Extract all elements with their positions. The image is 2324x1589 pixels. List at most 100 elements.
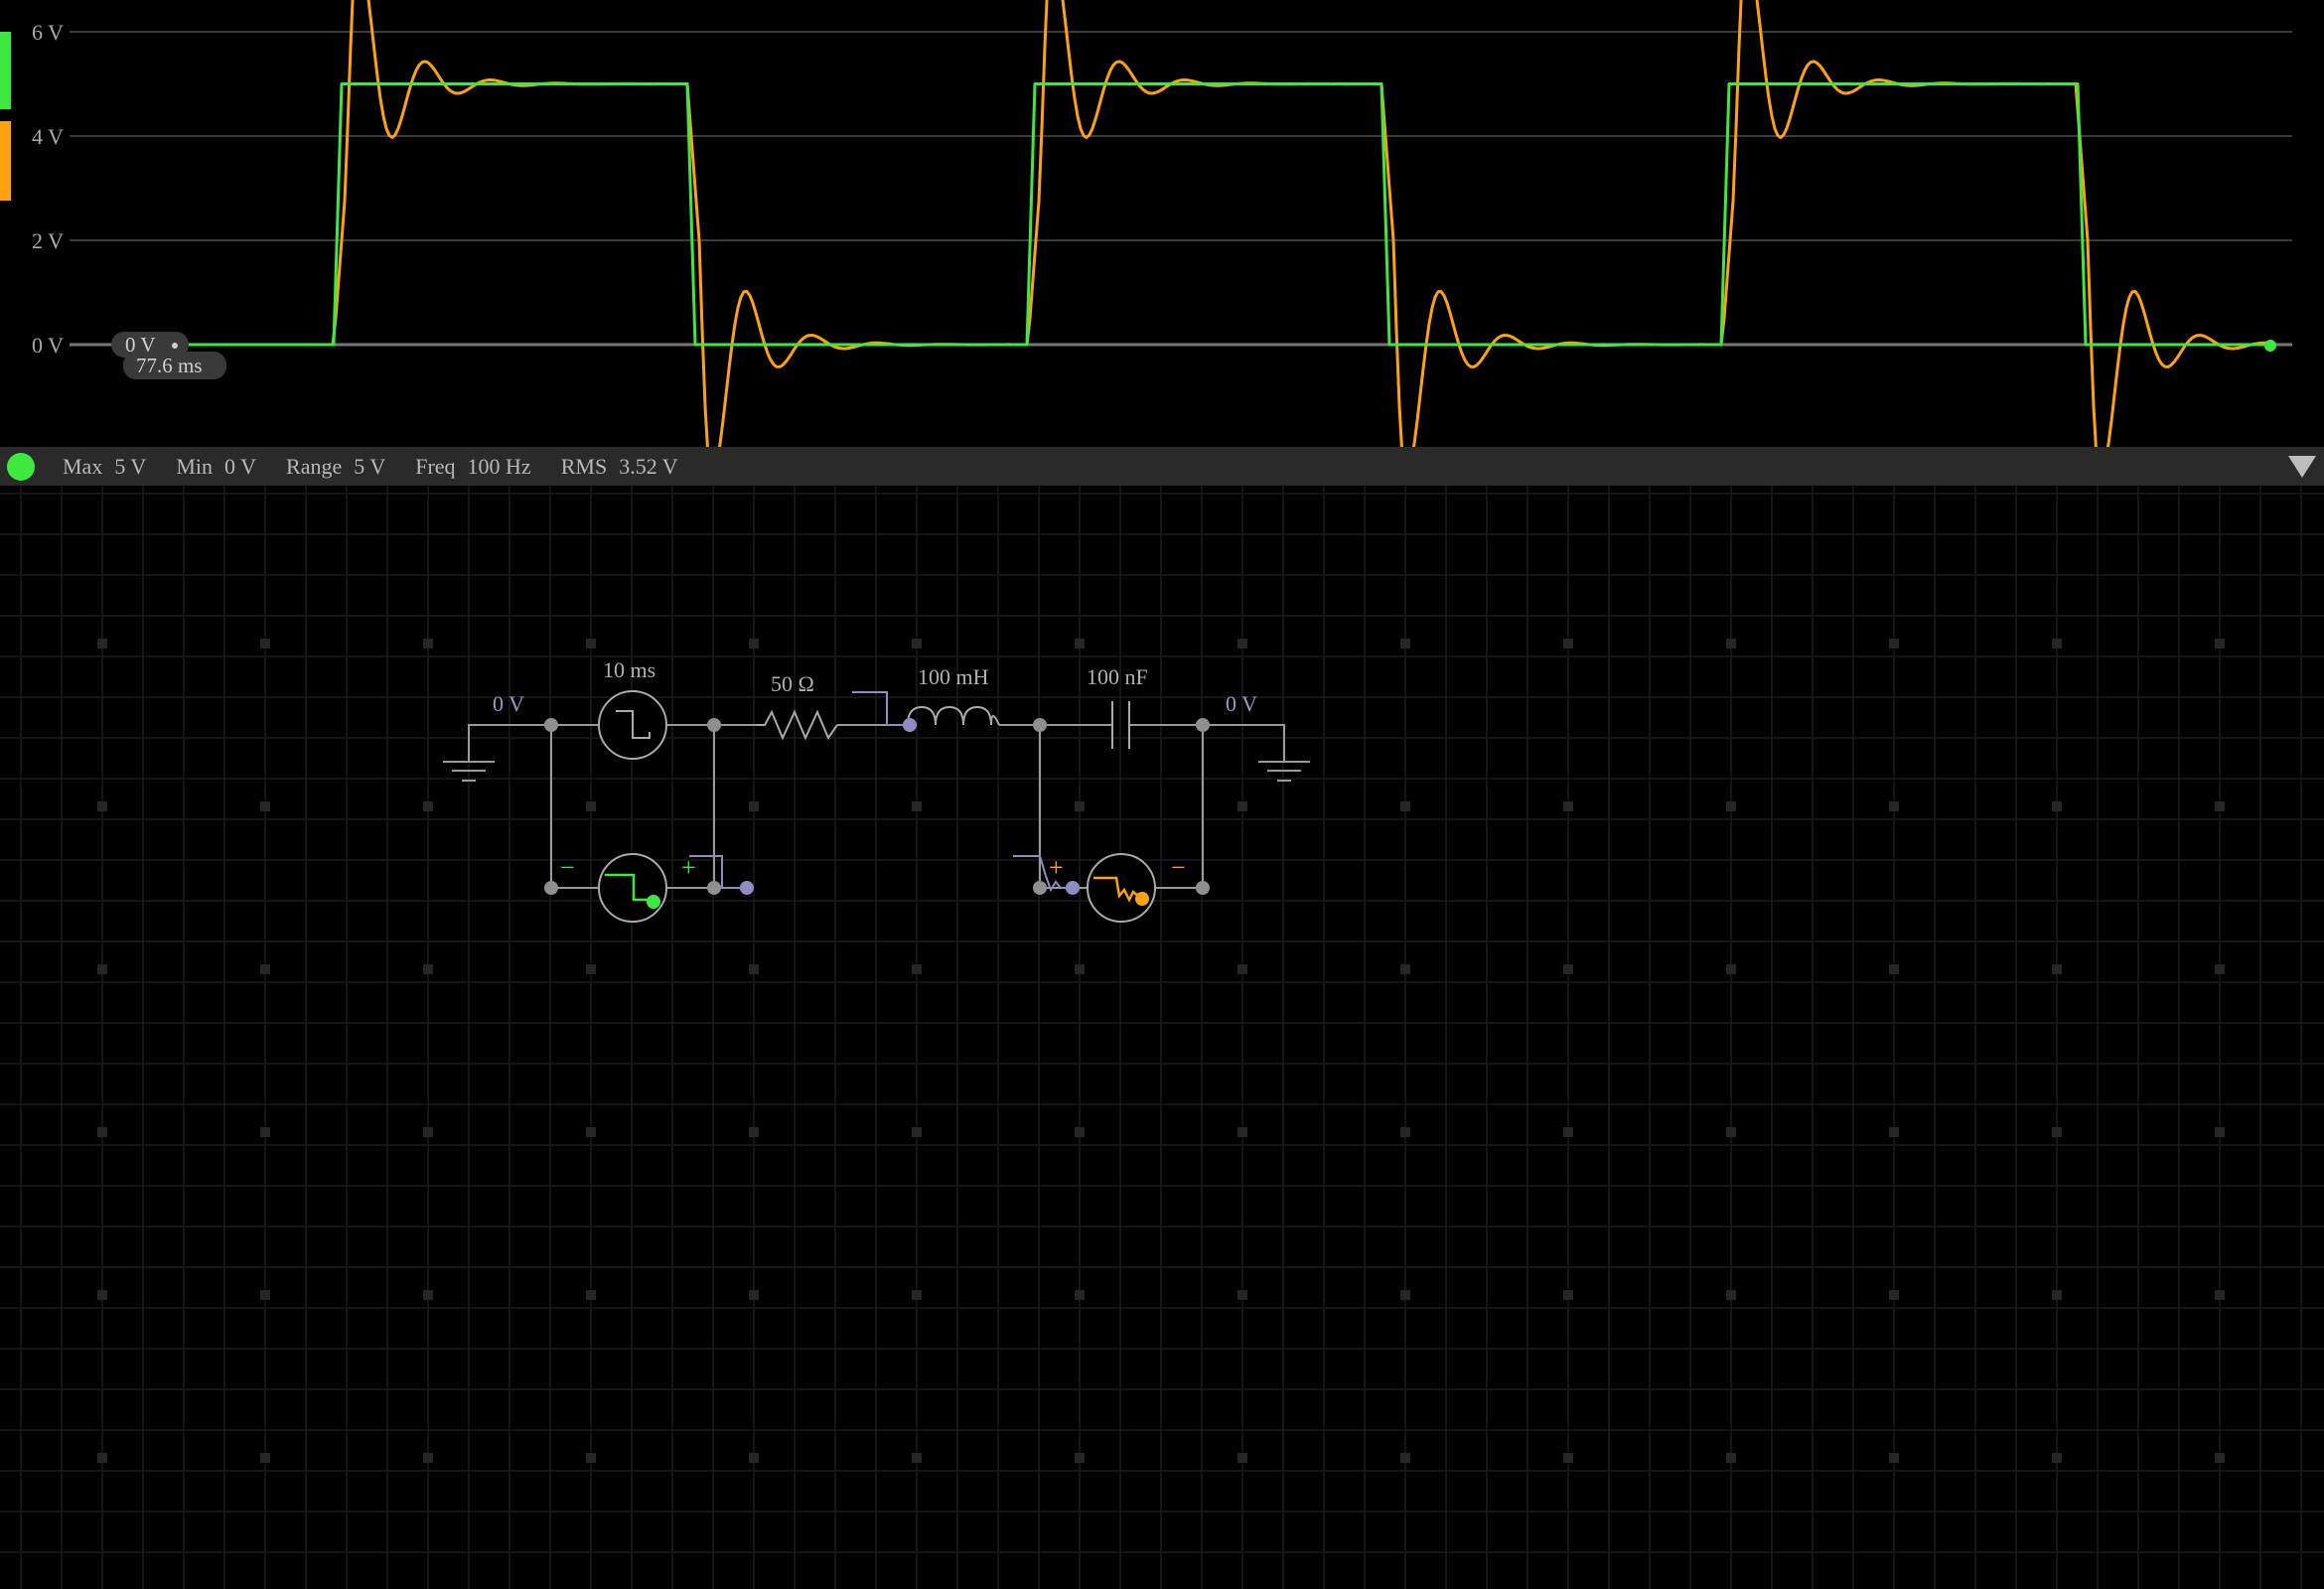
grid-anchor: [912, 1127, 922, 1137]
grid-anchor: [1075, 1453, 1085, 1463]
cursor-dot-icon: [172, 343, 178, 349]
grid-anchor: [2215, 1453, 2225, 1463]
grid-anchor: [1889, 639, 1899, 649]
node[interactable]: [544, 881, 558, 895]
node[interactable]: [707, 718, 721, 732]
grid-anchor: [586, 801, 596, 811]
grid-anchor: [423, 964, 433, 974]
probe-node[interactable]: [1066, 881, 1080, 895]
inductor-100-mh[interactable]: [907, 705, 1000, 726]
grid-anchor: [260, 1127, 270, 1137]
grid-anchor: [1075, 801, 1085, 811]
grid-anchor: [1889, 1127, 1899, 1137]
grid-anchor: [912, 1453, 922, 1463]
probe-1-minus: −: [560, 853, 575, 882]
collapse-triangle-icon[interactable]: [2288, 456, 2316, 478]
node[interactable]: [1196, 881, 1210, 895]
stat-range-label: Range: [286, 453, 343, 479]
grid-anchor: [423, 1453, 433, 1463]
node[interactable]: [1033, 881, 1047, 895]
stat-max-value: 5 V: [114, 453, 147, 479]
channel-1-indicator[interactable]: [0, 32, 11, 109]
grid-anchor: [1563, 639, 1573, 649]
node[interactable]: [544, 718, 558, 732]
grid-anchor: [2215, 1290, 2225, 1300]
grid-anchor: [2215, 1127, 2225, 1137]
grid-anchor: [912, 801, 922, 811]
stat-freq-label: Freq: [415, 453, 456, 479]
ground-right-label: 0 V: [1226, 691, 1257, 716]
grid-anchor: [1400, 639, 1410, 649]
channel-color-dot[interactable]: [7, 452, 35, 481]
grid-anchor: [1889, 1453, 1899, 1463]
grid-anchor: [1075, 1127, 1085, 1137]
trace-end-marker: [2264, 340, 2276, 352]
resistor-50-ohm[interactable]: [757, 709, 838, 741]
grid-anchor: [1237, 1290, 1247, 1300]
grid-anchor: [1075, 1290, 1085, 1300]
grid-anchor: [97, 801, 107, 811]
grid-anchor: [749, 1127, 759, 1137]
square-wave-source[interactable]: [598, 690, 667, 760]
grid-anchor: [1726, 964, 1736, 974]
y-axis-labels: 6 V 4 V 2 V 0 V: [32, 20, 64, 358]
grid-anchor: [2215, 801, 2225, 811]
grid-anchor: [1563, 1453, 1573, 1463]
probe-2-minus: −: [1171, 853, 1186, 882]
grid-anchor: [2052, 1290, 2062, 1300]
y-tick-label: 0 V: [32, 333, 64, 358]
oscilloscope-plot[interactable]: 6 V 4 V 2 V 0 V 0 V 77.6 ms: [0, 0, 2324, 447]
grid-anchor: [2052, 801, 2062, 811]
grid-anchor: [749, 639, 759, 649]
stat-range-value: 5 V: [354, 453, 386, 479]
probe-nodes[interactable]: [740, 718, 1080, 895]
grid-anchor: [1400, 964, 1410, 974]
grid-anchor: [1726, 1127, 1736, 1137]
grid-anchor: [749, 1453, 759, 1463]
grid-anchor: [2052, 1127, 2062, 1137]
y-tick-label: 4 V: [32, 124, 64, 149]
grid-anchor: [586, 964, 596, 974]
stat-range: Range 5 V: [286, 454, 385, 480]
grid-anchor: [2052, 964, 2062, 974]
probe-node[interactable]: [740, 881, 754, 895]
grid-anchor: [1237, 639, 1247, 649]
grid-anchor: [912, 964, 922, 974]
node[interactable]: [1196, 718, 1210, 732]
grid-anchor: [2052, 639, 2062, 649]
node[interactable]: [707, 881, 721, 895]
grid-anchor: [1889, 964, 1899, 974]
grid-anchor: [260, 964, 270, 974]
source-period-label: 10 ms: [603, 657, 655, 682]
node[interactable]: [1033, 718, 1047, 732]
wire: [1203, 724, 1285, 762]
grid-anchor: [1237, 1453, 1247, 1463]
stat-min: Min 0 V: [176, 454, 256, 480]
stat-rms-label: RMS: [560, 453, 608, 479]
grid-anchor: [97, 639, 107, 649]
y-grid: [70, 31, 2292, 347]
y-tick-label: 2 V: [32, 228, 64, 253]
grid-anchor: [1400, 1127, 1410, 1137]
inductor-label: 100 mH: [918, 664, 989, 689]
channel-2-indicator[interactable]: [0, 121, 11, 201]
grid-anchor: [749, 1290, 759, 1300]
grid-anchor: [97, 964, 107, 974]
grid-anchor: [1237, 1127, 1247, 1137]
probe-indicator: [647, 895, 660, 909]
cursor-readout[interactable]: 0 V 77.6 ms: [111, 332, 226, 379]
grid-anchor: [1726, 639, 1736, 649]
grid-anchor: [423, 801, 433, 811]
grid-anchor: [1889, 1290, 1899, 1300]
probe-node[interactable]: [903, 718, 917, 732]
grid-anchor: [260, 639, 270, 649]
grid-anchor: [586, 1453, 596, 1463]
stat-freq: Freq 100 Hz: [415, 454, 530, 480]
grid-anchor: [1075, 639, 1085, 649]
ground-left-label: 0 V: [493, 691, 524, 716]
stat-max-label: Max: [63, 453, 103, 479]
grid-anchor: [749, 801, 759, 811]
probe-indicator: [1135, 892, 1149, 906]
circuit-canvas[interactable]: − + + − 0 V 10 ms 50 Ω 100 mH 100 nF 0 V: [0, 486, 2324, 1589]
grid-anchor: [1726, 801, 1736, 811]
